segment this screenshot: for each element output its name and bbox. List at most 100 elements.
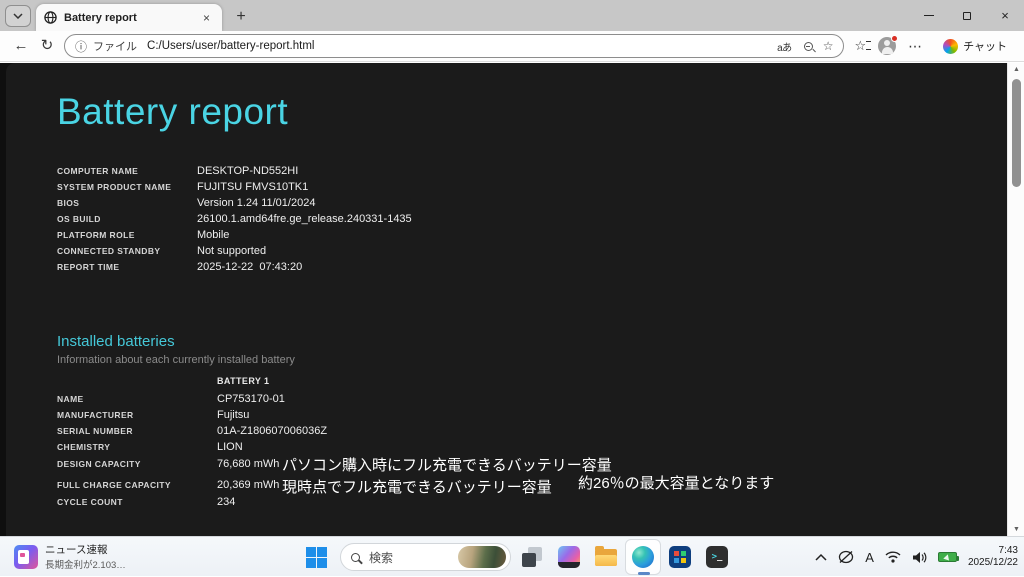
start-button[interactable] bbox=[298, 539, 334, 575]
widgets-headline: ニュース速報 bbox=[45, 542, 126, 557]
info-value: FUJITSU FMVS10TK1 bbox=[197, 179, 308, 195]
terminal-icon: >_ bbox=[706, 546, 728, 568]
battery-row: CHEMISTRY LION bbox=[0, 439, 900, 455]
privacy-eye-icon[interactable] bbox=[838, 550, 854, 564]
close-button[interactable]: × bbox=[986, 0, 1024, 31]
battery-label: SERIAL NUMBER bbox=[57, 423, 133, 439]
battery-label: CYCLE COUNT bbox=[57, 494, 123, 510]
folder-icon bbox=[595, 549, 617, 566]
info-value: Not supported bbox=[197, 243, 266, 259]
copilot-icon bbox=[943, 39, 958, 54]
widgets-icon bbox=[14, 545, 38, 569]
clock-date: 2025/12/22 bbox=[968, 557, 1018, 569]
task-view-icon bbox=[522, 547, 542, 567]
scrollbar-thumb[interactable] bbox=[1012, 79, 1021, 187]
tab-search-menu-button[interactable] bbox=[5, 5, 31, 27]
task-view-button[interactable] bbox=[514, 539, 550, 575]
address-file-label: ファイル bbox=[93, 38, 137, 54]
battery-row: NAME CP753170-01 bbox=[0, 391, 900, 407]
minimize-button[interactable] bbox=[910, 0, 948, 31]
refresh-button[interactable]: ↻ bbox=[34, 34, 60, 58]
translate-icon[interactable]: aあ bbox=[777, 39, 792, 54]
browser-toolbar: ← ↻ ⓘ ファイル C:/Users/user/battery-report.… bbox=[0, 31, 1024, 62]
copilot-chat-button[interactable]: チャット bbox=[934, 35, 1016, 57]
scrollbar-down-icon[interactable]: ▼ bbox=[1008, 526, 1024, 533]
web-content-area: Battery report COMPUTER NAME DESKTOP-ND5… bbox=[0, 63, 1024, 536]
info-row: PLATFORM ROLE Mobile bbox=[0, 227, 900, 243]
info-row: CONNECTED STANDBY Not supported bbox=[0, 243, 900, 259]
ime-mode-indicator[interactable]: A bbox=[865, 550, 874, 565]
info-value: 26100.1.amd64fre.ge_release.240331-1435 bbox=[197, 211, 412, 227]
photos-app-button[interactable] bbox=[551, 539, 587, 575]
favorites-hub-icon[interactable]: ☆ bbox=[854, 38, 866, 54]
restore-button[interactable] bbox=[948, 0, 986, 31]
tab-close-button[interactable]: × bbox=[199, 10, 214, 26]
terminal-button[interactable]: >_ bbox=[699, 539, 735, 575]
installed-batteries-heading: Installed batteries bbox=[57, 333, 175, 350]
system-tray: A 7:43 2025/12/22 bbox=[815, 537, 1018, 577]
battery-label: NAME bbox=[57, 391, 84, 407]
taskbar-clock[interactable]: 7:43 2025/12/22 bbox=[968, 545, 1018, 569]
battery-label: FULL CHARGE CAPACITY bbox=[57, 477, 171, 493]
toolbar-right-cluster: ☆ ⋯ チャット bbox=[854, 35, 1016, 57]
battery-value: 01A-Z180607006036Z bbox=[217, 423, 327, 439]
address-url[interactable]: C:/Users/user/battery-report.html bbox=[147, 40, 773, 52]
taskbar: ニュース速報 長期金利が2.103… 検索 >_ bbox=[0, 536, 1024, 576]
profile-avatar[interactable] bbox=[878, 37, 896, 55]
page-scrollbar[interactable]: ▲ ▼ bbox=[1007, 63, 1024, 536]
annotation-design-capacity: パソコン購入時にフル充電できるバッテリー容量 bbox=[282, 454, 612, 475]
installed-batteries-subtitle: Information about each currently install… bbox=[57, 354, 295, 366]
battery-row: MANUFACTURER Fujitsu bbox=[0, 407, 900, 423]
info-label: BIOS bbox=[57, 195, 79, 211]
info-row: COMPUTER NAME DESKTOP-ND552HI bbox=[0, 163, 900, 179]
browser-titlebar: Battery report × + × bbox=[0, 0, 1024, 31]
info-row: BIOS Version 1.24 11/01/2024 bbox=[0, 195, 900, 211]
windows-logo-icon bbox=[306, 547, 327, 568]
battery-charging-icon[interactable] bbox=[938, 552, 957, 562]
clock-time: 7:43 bbox=[968, 545, 1018, 557]
battery-value: 76,680 mWh bbox=[217, 456, 279, 472]
new-tab-button[interactable]: + bbox=[230, 7, 252, 27]
battery-row: SERIAL NUMBER 01A-Z180607006036Z bbox=[0, 423, 900, 439]
edge-icon bbox=[632, 546, 654, 568]
microsoft-store-button[interactable] bbox=[662, 539, 698, 575]
restore-icon bbox=[963, 12, 971, 20]
battery-value: Fujitsu bbox=[217, 407, 249, 423]
window-controls: × bbox=[910, 0, 1024, 31]
notification-dot bbox=[891, 35, 898, 42]
widgets-button[interactable]: ニュース速報 長期金利が2.103… bbox=[8, 540, 132, 573]
show-hidden-icons-chevron[interactable] bbox=[815, 553, 827, 561]
info-label: CONNECTED STANDBY bbox=[57, 243, 160, 259]
page-info-icon[interactable]: ⓘ bbox=[75, 38, 87, 55]
info-value: 2025-12-22 07:43:20 bbox=[197, 259, 302, 275]
info-value: DESKTOP-ND552HI bbox=[197, 163, 298, 179]
copilot-label: チャット bbox=[963, 38, 1007, 54]
battery-value: 234 bbox=[217, 494, 235, 510]
wifi-icon[interactable] bbox=[885, 551, 901, 563]
scrollbar-up-icon[interactable]: ▲ bbox=[1008, 66, 1024, 73]
browser-tab[interactable]: Battery report × bbox=[36, 4, 222, 31]
settings-more-icon[interactable]: ⋯ bbox=[908, 38, 922, 55]
add-favorite-star-icon[interactable]: ☆ bbox=[823, 39, 834, 53]
info-label: REPORT TIME bbox=[57, 259, 120, 275]
info-label: SYSTEM PRODUCT NAME bbox=[57, 179, 171, 195]
widgets-subline: 長期金利が2.103… bbox=[45, 557, 126, 571]
photos-icon bbox=[558, 546, 580, 568]
store-icon bbox=[669, 546, 691, 568]
info-row: OS BUILD 26100.1.amd64fre.ge_release.240… bbox=[0, 211, 900, 227]
file-explorer-button[interactable] bbox=[588, 539, 624, 575]
volume-icon[interactable] bbox=[912, 551, 927, 564]
battery-column-header: BATTERY 1 bbox=[217, 376, 269, 386]
tab-title: Battery report bbox=[64, 12, 199, 24]
battery-label: CHEMISTRY bbox=[57, 439, 110, 455]
search-icon bbox=[351, 553, 360, 562]
page-title: Battery report bbox=[57, 91, 288, 133]
battery-label: MANUFACTURER bbox=[57, 407, 134, 423]
address-bar[interactable]: ⓘ ファイル C:/Users/user/battery-report.html… bbox=[64, 34, 844, 58]
search-daily-image[interactable] bbox=[458, 546, 506, 568]
zoom-out-icon[interactable] bbox=[804, 42, 813, 51]
info-row: REPORT TIME 2025-12-22 07:43:20 bbox=[0, 259, 900, 275]
edge-browser-button[interactable] bbox=[625, 539, 661, 575]
back-button[interactable]: ← bbox=[8, 34, 34, 58]
taskbar-search-box[interactable]: 検索 bbox=[340, 543, 511, 571]
